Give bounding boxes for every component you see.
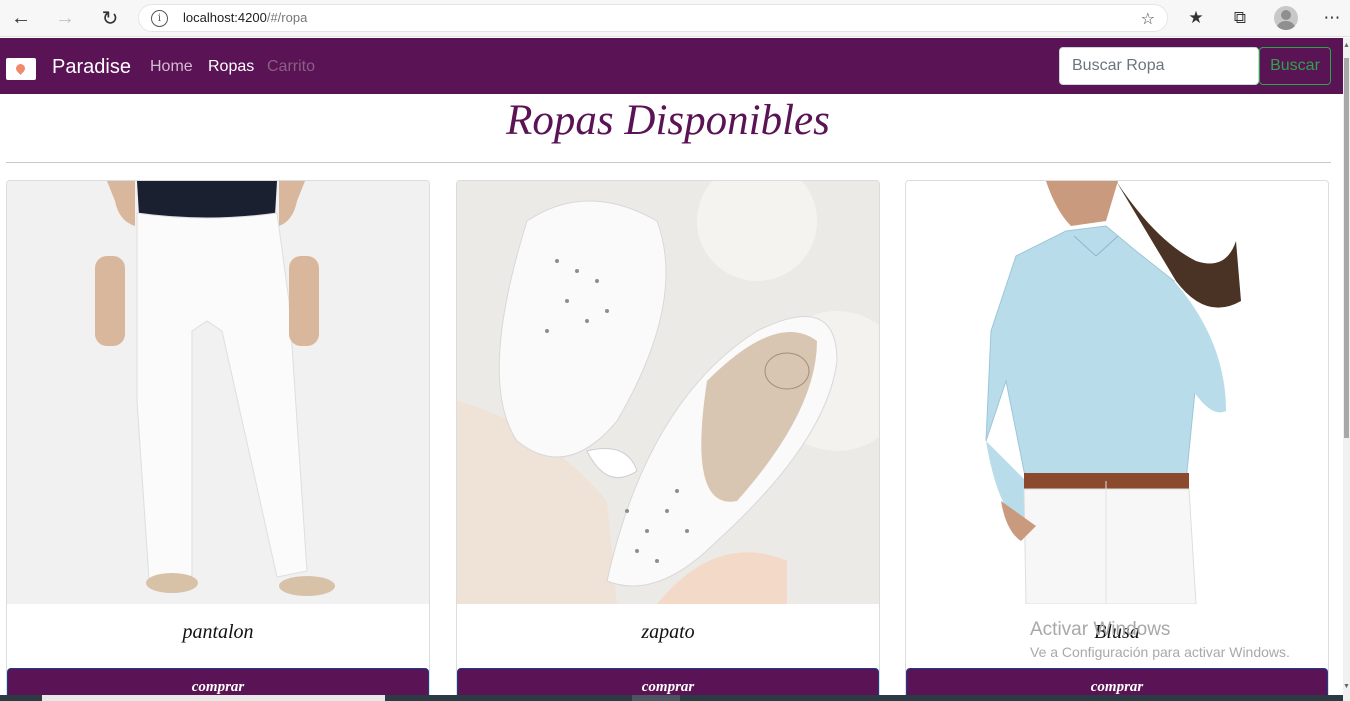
add-favorite-icon[interactable]: ☆ — [1141, 9, 1155, 29]
scroll-thumb[interactable] — [1344, 58, 1349, 438]
url-host: localhost:4200 — [183, 10, 267, 25]
brand-logo-icon[interactable] — [6, 58, 36, 80]
product-name: pantalon — [182, 621, 254, 643]
product-name: zapato — [641, 621, 695, 643]
product-image-shoes — [457, 181, 879, 604]
nav-link-ropas[interactable]: Ropas — [208, 58, 254, 76]
favorites-icon[interactable]: ★ — [1184, 6, 1208, 30]
product-image-pants — [7, 181, 429, 604]
url-path: /#/ropa — [266, 10, 308, 25]
page-title: Ropas Disponibles — [506, 97, 830, 144]
taskbar-item[interactable] — [632, 695, 680, 701]
address-bar[interactable]: i localhost:4200/#/ropa ☆ — [138, 4, 1168, 32]
watermark-subtitle: Ve a Configuración para activar Windows. — [1030, 644, 1290, 660]
nav-link-home[interactable]: Home — [150, 58, 193, 76]
brand-name[interactable]: Paradise — [52, 56, 131, 79]
page-scrollbar[interactable]: ▲ ▼ — [1343, 38, 1350, 701]
collections-icon[interactable]: ⧉ — [1228, 6, 1252, 30]
product-card: zapato comprar — [456, 180, 880, 701]
windows-activation-watermark: Activar Windows Ve a Configuración para … — [1030, 619, 1290, 660]
forward-arrow-icon[interactable]: → — [52, 6, 78, 30]
more-menu-icon[interactable]: ⋯ — [1320, 6, 1344, 30]
search-input[interactable]: Buscar Ropa — [1059, 47, 1259, 85]
search-button[interactable]: Buscar — [1259, 47, 1331, 85]
top-navbar: Paradise Home Ropas Carrito Buscar Ropa … — [0, 38, 1343, 94]
title-divider — [6, 162, 1331, 163]
address-url[interactable]: localhost:4200/#/ropa — [183, 10, 307, 25]
product-image-blouse — [906, 181, 1328, 604]
info-icon[interactable]: i — [151, 10, 168, 27]
scroll-up-icon[interactable]: ▲ — [1343, 42, 1350, 49]
browser-toolbar: ← → ↻ i localhost:4200/#/ropa ☆ ★ ⧉ ⋯ — [0, 0, 1350, 37]
product-card: pantalon comprar — [6, 180, 430, 701]
watermark-title: Activar Windows — [1030, 619, 1171, 640]
scroll-down-icon[interactable]: ▼ — [1343, 683, 1350, 690]
reload-icon[interactable]: ↻ — [97, 6, 123, 30]
taskbar-item[interactable] — [42, 695, 385, 701]
nav-link-carrito[interactable]: Carrito — [267, 58, 315, 76]
profile-avatar[interactable] — [1274, 6, 1298, 30]
back-arrow-icon[interactable]: ← — [8, 6, 34, 30]
taskbar-strip — [0, 695, 1343, 701]
